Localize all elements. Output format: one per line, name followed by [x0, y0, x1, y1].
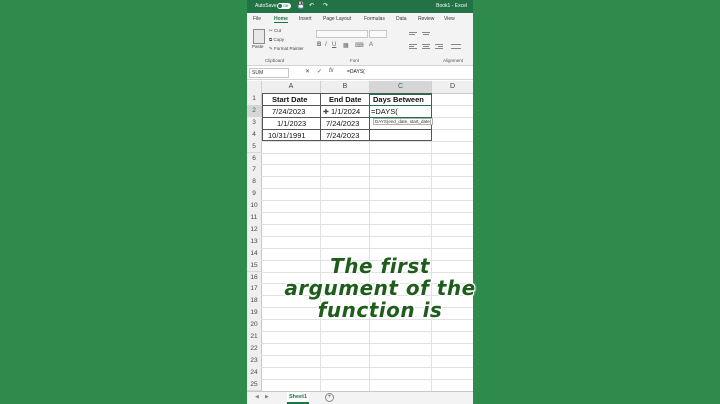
- row-header-25[interactable]: 25: [247, 378, 262, 392]
- paste-icon[interactable]: [253, 29, 265, 44]
- formula-bar: SUM ✕ ✓ fx =DAYS(: [247, 66, 473, 80]
- sheet-tab-sheet1[interactable]: Sheet1: [287, 392, 309, 404]
- caption-line-2: argument of the: [284, 276, 476, 300]
- cell-b4[interactable]: 7/24/2023: [326, 131, 359, 140]
- sheet-tabs-bar: ◀ ▶ Sheet1 +: [247, 391, 473, 404]
- underline-icon[interactable]: U: [332, 42, 336, 48]
- font-size-box[interactable]: [369, 30, 387, 38]
- tab-view[interactable]: View: [444, 16, 455, 22]
- font-color-icon[interactable]: A: [369, 42, 373, 48]
- save-icon[interactable]: 💾: [297, 2, 304, 9]
- function-tooltip: DAYS(end_date, start_date): [373, 118, 434, 125]
- bold-icon[interactable]: B: [317, 42, 321, 48]
- prev-sheet-icon[interactable]: ◀: [255, 394, 259, 400]
- borders-icon[interactable]: ▦: [343, 42, 349, 49]
- font-group-label: Font: [350, 58, 360, 63]
- cut-label: Cut: [274, 28, 282, 33]
- copy-label: Copy: [273, 37, 284, 42]
- font-name-box[interactable]: [316, 30, 368, 38]
- brush-icon: ✎: [269, 46, 273, 51]
- title-bar: AutoSave Off 💾 ↶ ↷ Book1 - Excel: [247, 0, 473, 13]
- scissors-icon: ✂: [269, 28, 273, 33]
- tab-review[interactable]: Review: [418, 16, 434, 22]
- toggle-state: Off: [283, 3, 289, 8]
- name-box-value: SUM: [252, 70, 264, 76]
- formula-text: =DAYS(: [347, 69, 365, 75]
- enter-icon[interactable]: ✓: [317, 68, 322, 75]
- format-painter-label: Format Painter: [274, 46, 304, 51]
- video-caption: The first argument of the function is: [250, 255, 510, 321]
- cell-b3[interactable]: 7/24/2023: [326, 119, 359, 128]
- formula-input[interactable]: =DAYS(: [345, 68, 469, 76]
- cursor-icon: ✚: [323, 109, 329, 116]
- caption-line-1: The first: [330, 254, 430, 278]
- cancel-icon[interactable]: ✕: [305, 68, 310, 75]
- format-painter-button[interactable]: ✎ Format Painter: [269, 46, 304, 52]
- add-sheet-icon[interactable]: +: [325, 393, 334, 402]
- tab-file[interactable]: File: [253, 16, 261, 22]
- paste-label[interactable]: Paste: [252, 44, 264, 49]
- cut-button[interactable]: ✂ Cut: [269, 28, 281, 34]
- ribbon-tabs: File Home Insert Page Layout Formulas Da…: [247, 13, 473, 25]
- italic-icon[interactable]: I: [325, 42, 327, 48]
- alignment-group-label: Alignment: [443, 58, 464, 63]
- cell-a3[interactable]: 1/1/2023: [277, 119, 306, 128]
- ribbon-home: Paste ✂ Cut ⧉ Copy ✎ Format Painter Clip…: [247, 25, 473, 66]
- copy-button[interactable]: ⧉ Copy: [269, 37, 284, 42]
- excel-window: AutoSave Off 💾 ↶ ↷ Book1 - Excel File Ho…: [247, 0, 473, 404]
- cell-a4[interactable]: 10/31/1991: [268, 131, 306, 140]
- tab-insert[interactable]: Insert: [299, 16, 312, 22]
- cell-a2[interactable]: 7/24/2023: [272, 107, 305, 116]
- tab-page-layout[interactable]: Page Layout: [323, 16, 351, 22]
- caption-line-3: function is: [317, 298, 443, 322]
- fill-color-icon[interactable]: ⌨: [355, 42, 364, 49]
- clipboard-group-label: Clipboard: [265, 58, 285, 63]
- redo-icon[interactable]: ↷: [323, 2, 328, 9]
- column-header-d[interactable]: D: [432, 81, 473, 94]
- worksheet-grid[interactable]: A B C D 1 2 3 4 5 6 7 8 9 10 11 12 13 14 15 16 17 18 19 20 2…: [247, 81, 473, 392]
- undo-icon[interactable]: ↶: [309, 2, 314, 9]
- tab-home[interactable]: Home: [274, 16, 288, 23]
- tab-data[interactable]: Data: [396, 16, 407, 22]
- name-box[interactable]: SUM: [249, 68, 289, 78]
- toggle-knob: [278, 4, 282, 8]
- next-sheet-icon[interactable]: ▶: [265, 394, 269, 400]
- copy-icon: ⧉: [269, 37, 273, 42]
- cell-c2[interactable]: =DAYS(: [371, 107, 398, 116]
- header-start-date[interactable]: Start Date: [272, 95, 307, 104]
- header-days-between[interactable]: Days Between: [373, 95, 424, 104]
- insert-function-icon[interactable]: fx: [329, 68, 334, 74]
- autosave-label: AutoSave: [255, 3, 277, 9]
- tab-formulas[interactable]: Formulas: [364, 16, 385, 22]
- autosave-toggle[interactable]: Off: [277, 3, 291, 9]
- document-title: Book1 - Excel: [436, 3, 467, 9]
- cell-b2[interactable]: 1/1/2024: [331, 107, 360, 116]
- header-end-date[interactable]: End Date: [329, 95, 362, 104]
